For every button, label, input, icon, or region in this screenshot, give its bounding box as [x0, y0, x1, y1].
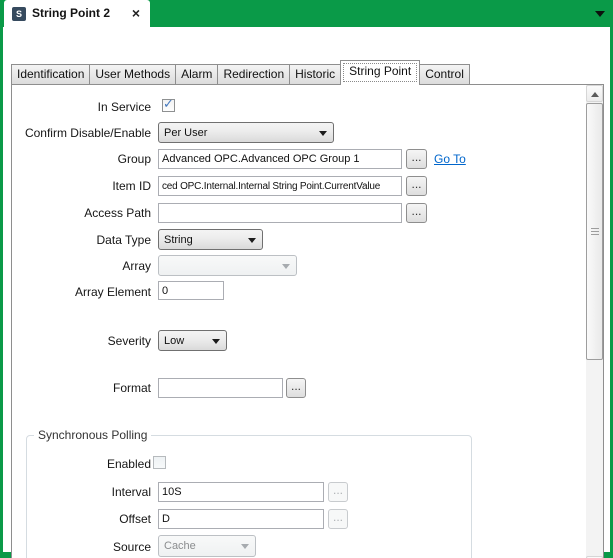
document-area: Identification User Methods Alarm Redire…: [3, 27, 610, 552]
tab-control[interactable]: Control: [419, 64, 470, 84]
source-label: Source: [12, 540, 151, 554]
tab-historic[interactable]: Historic: [289, 64, 341, 84]
confirm-disable-enable-value: Per User: [164, 127, 207, 139]
format-input[interactable]: [158, 378, 283, 398]
dropdown-arrow-icon: [248, 238, 256, 243]
interval-input[interactable]: [158, 482, 324, 502]
dropdown-arrow-icon: [319, 131, 327, 136]
check-icon: ✓: [163, 96, 174, 112]
vertical-scrollbar[interactable]: [586, 85, 603, 558]
tab-focus-rect: [343, 63, 417, 82]
data-type-value: String: [164, 234, 193, 246]
severity-value: Low: [164, 335, 184, 347]
source-select: Cache: [158, 535, 256, 557]
string-point-editor-window: S String Point 2 × Identification User M…: [0, 0, 613, 558]
array-element-input[interactable]: [158, 281, 224, 300]
close-icon[interactable]: ×: [132, 6, 140, 21]
confirm-disable-enable-select[interactable]: Per User: [158, 122, 334, 143]
dropdown-arrow-icon: [241, 544, 249, 549]
severity-label: Severity: [12, 334, 151, 348]
tab-identification[interactable]: Identification: [11, 64, 90, 84]
data-type-select[interactable]: String: [158, 229, 263, 250]
offset-input[interactable]: [158, 509, 324, 529]
interval-label: Interval: [12, 485, 151, 499]
tab-user-methods[interactable]: User Methods: [89, 64, 176, 84]
array-label: Array: [12, 259, 151, 273]
enabled-label: Enabled: [12, 457, 151, 471]
offset-label: Offset: [12, 512, 151, 526]
string-point-tab-page: In Service ✓ Confirm Disable/Enable Per …: [11, 84, 604, 558]
in-service-checkbox[interactable]: ✓: [162, 99, 175, 112]
item-id-label: Item ID: [12, 179, 151, 193]
enabled-checkbox[interactable]: [153, 456, 166, 469]
group-input[interactable]: [158, 149, 402, 169]
item-id-browse-button[interactable]: ...: [406, 176, 427, 196]
scrollbar-grip-icon: [591, 228, 599, 236]
dropdown-arrow-icon: [282, 264, 290, 269]
group-browse-button[interactable]: ...: [406, 149, 427, 169]
data-type-label: Data Type: [12, 233, 151, 247]
document-tab-string-point-2[interactable]: S String Point 2 ×: [4, 0, 150, 27]
scroll-up-button[interactable]: [586, 85, 603, 102]
in-service-label: In Service: [12, 100, 151, 114]
scrollbar-thumb[interactable]: [586, 103, 603, 360]
tab-string-point[interactable]: String Point: [340, 60, 420, 85]
access-path-input[interactable]: [158, 203, 402, 223]
confirm-disable-enable-label: Confirm Disable/Enable: [12, 126, 151, 140]
offset-browse-button: ...: [328, 509, 348, 529]
dropdown-arrow-icon: [212, 339, 220, 344]
access-path-browse-button[interactable]: ...: [406, 203, 427, 223]
source-value: Cache: [164, 540, 196, 552]
tab-redirection[interactable]: Redirection: [217, 64, 290, 84]
string-point-item-icon: S: [12, 7, 26, 21]
scroll-up-icon: [591, 92, 599, 97]
interval-browse-button: ...: [328, 482, 348, 502]
format-browse-button[interactable]: ...: [286, 378, 306, 398]
access-path-label: Access Path: [12, 206, 151, 220]
tab-alarm[interactable]: Alarm: [175, 64, 218, 84]
array-element-label: Array Element: [12, 285, 151, 299]
item-id-input[interactable]: [158, 176, 402, 196]
format-label: Format: [12, 381, 151, 395]
synchronous-polling-title: Synchronous Polling: [34, 428, 151, 442]
document-tab-title: String Point 2: [32, 6, 110, 20]
group-go-to-link[interactable]: Go To: [434, 152, 466, 166]
array-select: [158, 255, 297, 276]
severity-select[interactable]: Low: [158, 330, 227, 351]
property-tab-strip: Identification User Methods Alarm Redire…: [11, 60, 470, 85]
tab-list-dropdown-icon[interactable]: [595, 11, 605, 17]
group-label: Group: [12, 152, 151, 166]
